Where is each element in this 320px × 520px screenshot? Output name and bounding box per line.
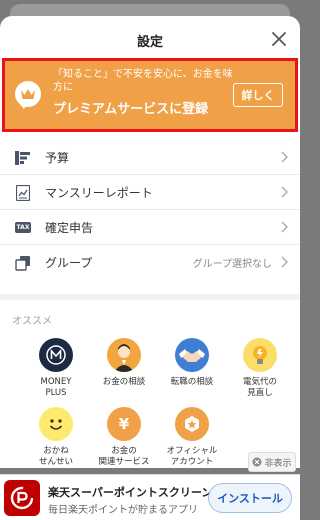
rakuten-app-icon	[4, 480, 40, 516]
recommend-item-money-consult[interactable]: お金の相談	[90, 338, 158, 399]
recommend-item-label: お金の 関連サービス	[98, 446, 150, 467]
menu-item-group[interactable]: グループ グループ選択なし	[0, 245, 300, 280]
ad-banner[interactable]: 楽天スーパーポイントスクリーン 毎日楽天ポイントが貯まるアプリ インストール	[0, 474, 300, 520]
recommend-item-label: オフィシャル アカウント	[166, 446, 218, 467]
install-button[interactable]: インストール	[208, 483, 292, 513]
close-circle-icon	[252, 457, 262, 467]
recommend-item-okane-sensei[interactable]: おかね せんせい	[22, 407, 90, 468]
recommend-item-label: 転職の相談	[170, 377, 214, 387]
settings-menu: 予算 マンスリーレポート TAX 確定申告 グループ グループ選択なし	[0, 140, 300, 280]
official-icon	[175, 407, 209, 441]
chevron-right-icon	[281, 151, 288, 163]
close-button[interactable]	[268, 28, 290, 50]
recommend-item-money-plus[interactable]: MONEY PLUS	[22, 338, 90, 399]
premium-detail-button[interactable]: 詳しく	[233, 83, 283, 107]
lightbulb-icon	[243, 338, 277, 372]
page-title: 設定	[136, 34, 163, 50]
menu-item-label: マンスリーレポート	[45, 186, 153, 200]
sheet-header: 設定	[0, 16, 300, 64]
menu-item-budget[interactable]: 予算	[0, 140, 300, 175]
premium-banner[interactable]: 「知ること」で不安を安心に、お金を味方に プレミアムサービスに登録 詳しく	[2, 58, 298, 132]
settings-sheet: 設定 「知ること」で不安を安心に、お金を味方に プレミアムサービスに登録 詳しく	[0, 16, 300, 468]
chevron-right-icon	[281, 186, 288, 198]
recommend-item-label: お金の相談	[102, 377, 146, 387]
recommend-item-label: MONEY PLUS	[40, 377, 72, 398]
recommend-grid: MONEY PLUS お金の相談 転職の相談 電気代の 見直し おかね せんせい…	[0, 338, 300, 468]
report-icon	[14, 184, 32, 202]
recommend-item-electricity[interactable]: 電気代の 見直し	[226, 338, 294, 399]
close-icon	[272, 32, 286, 46]
premium-subtext: 「知ること」で不安を安心に、お金を味方に	[53, 69, 233, 93]
tax-icon: TAX	[14, 222, 32, 233]
group-selection-value: グループ選択なし	[192, 259, 272, 270]
menu-item-tax-return[interactable]: TAX 確定申告	[0, 210, 300, 245]
chevron-right-icon	[281, 221, 288, 233]
smile-icon	[39, 407, 73, 441]
recommend-item-official-account[interactable]: オフィシャル アカウント	[158, 407, 226, 468]
menu-item-label: 確定申告	[45, 221, 94, 235]
menu-item-label: 予算	[45, 151, 70, 165]
advisor-icon	[107, 338, 141, 372]
menu-item-monthly-report[interactable]: マンスリーレポート	[0, 175, 300, 210]
recommend-section-label: オススメ	[12, 316, 52, 327]
money-plus-icon	[39, 338, 73, 372]
recommend-item-label: 電気代の 見直し	[242, 377, 277, 398]
recommend-item-related-services[interactable]: ¥ お金の 関連サービス	[90, 407, 158, 468]
yen-icon: ¥	[107, 407, 141, 441]
premium-headline: プレミアムサービスに登録	[53, 102, 209, 117]
chevron-right-icon	[281, 256, 288, 268]
hide-ad-label: 非表示	[264, 458, 292, 469]
ad-title: 楽天スーパーポイントスクリーン	[48, 486, 213, 499]
ad-subtitle: 毎日楽天ポイントが貯まるアプリ	[48, 505, 198, 516]
recommend-item-label: おかね せんせい	[38, 446, 73, 467]
group-icon	[14, 254, 32, 272]
handshake-icon	[175, 338, 209, 372]
budget-icon	[14, 149, 32, 167]
recommend-item-job-consult[interactable]: 転職の相談	[158, 338, 226, 399]
hide-ad-button[interactable]: 非表示	[248, 452, 296, 472]
section-divider	[0, 294, 300, 300]
menu-item-label: グループ	[45, 256, 93, 270]
